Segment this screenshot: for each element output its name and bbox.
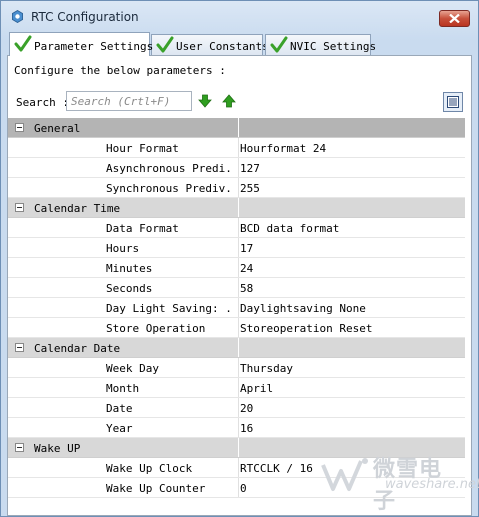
gear-icon: [12, 10, 23, 23]
parameter-row[interactable]: Year 16: [8, 418, 465, 438]
parameter-value[interactable]: 127: [240, 162, 260, 175]
parameter-value[interactable]: 0: [240, 482, 247, 495]
column-divider: [238, 458, 239, 477]
parameter-row[interactable]: Month April: [8, 378, 465, 398]
arrow-down-icon[interactable]: [198, 94, 212, 108]
group-title: Calendar Date: [34, 342, 121, 355]
parameter-name: Seconds: [106, 282, 153, 295]
group-title: Calendar Time: [34, 202, 121, 215]
tab-parameter-settings[interactable]: Parameter Settings: [9, 32, 154, 56]
column-divider: [238, 238, 239, 257]
column-divider: [238, 378, 239, 397]
group-title: General: [34, 122, 81, 135]
column-divider: [238, 478, 239, 497]
parameter-value[interactable]: 16: [240, 422, 253, 435]
column-divider: [238, 358, 239, 377]
checkmark-icon: [270, 36, 288, 53]
collapse-icon[interactable]: [15, 123, 24, 132]
parameter-row[interactable]: Store Operation Storeoperation Reset: [8, 318, 465, 338]
column-divider: [238, 198, 239, 217]
parameter-row[interactable]: Week Day Thursday: [8, 358, 465, 378]
checkmark-icon: [156, 36, 174, 53]
configure-label: Configure the below parameters :: [14, 64, 226, 77]
parameter-name: Store Operation: [106, 322, 206, 335]
parameter-row[interactable]: Minutes 24: [8, 258, 465, 278]
tab-label: Parameter Settings: [34, 40, 154, 53]
rtc-configuration-window: RTC Configuration Parameter Settings Use…: [0, 0, 479, 517]
column-divider: [238, 258, 239, 277]
column-divider: [238, 218, 239, 237]
column-divider: [238, 438, 239, 457]
parameter-value[interactable]: 58: [240, 282, 253, 295]
group-header[interactable]: General: [8, 118, 465, 138]
title-bar[interactable]: RTC Configuration: [1, 1, 478, 31]
watermark-url: waveshare.net: [385, 477, 479, 492]
column-divider: [238, 278, 239, 297]
parameter-name: Date: [106, 402, 133, 415]
parameter-value[interactable]: Hourformat 24: [240, 142, 326, 155]
group-header[interactable]: Calendar Date: [8, 338, 465, 358]
parameter-name: Wake Up Clock: [106, 462, 193, 475]
parameter-row[interactable]: Date 20: [8, 398, 465, 418]
parameter-name: Week Day: [106, 362, 159, 375]
parameter-value[interactable]: RTCCLK / 16: [240, 462, 313, 475]
parameter-name: Data Format: [106, 222, 179, 235]
parameter-row[interactable]: Hours 17: [8, 238, 465, 258]
tab-label: NVIC Settings: [290, 40, 377, 53]
search-label: Search :: [16, 96, 69, 109]
parameter-value[interactable]: Thursday: [240, 362, 293, 375]
close-icon: [449, 14, 460, 23]
column-divider: [238, 318, 239, 337]
parameter-value[interactable]: Daylightsaving None: [240, 302, 366, 315]
parameter-value[interactable]: 20: [240, 402, 253, 415]
checkmark-icon: [14, 35, 32, 52]
parameter-row[interactable]: Day Light Saving: ... Daylightsaving None: [8, 298, 465, 318]
column-divider: [238, 178, 239, 197]
window-title: RTC Configuration: [31, 10, 139, 24]
column-divider: [238, 418, 239, 437]
parameter-name: Synchronous Prediv...: [106, 182, 232, 195]
parameter-value[interactable]: 17: [240, 242, 253, 255]
tab-user-constants[interactable]: User Constants: [151, 34, 269, 55]
column-divider: [238, 338, 239, 357]
column-divider: [238, 398, 239, 417]
collapse-icon[interactable]: [15, 443, 24, 452]
parameter-value[interactable]: BCD data format: [240, 222, 339, 235]
tab-nvic-settings[interactable]: NVIC Settings: [265, 34, 376, 55]
parameter-row[interactable]: Asynchronous Predi... 127: [8, 158, 465, 178]
list-view-icon: [447, 96, 459, 108]
search-input[interactable]: [66, 91, 192, 111]
arrow-up-icon[interactable]: [222, 94, 236, 108]
parameter-name: Day Light Saving: ...: [106, 302, 232, 315]
parameter-value[interactable]: Storeoperation Reset: [240, 322, 372, 335]
parameter-row[interactable]: Hour Format Hourformat 24: [8, 138, 465, 158]
watermark-logo: 微雪电子 waveshare.net: [321, 447, 479, 514]
parameter-row[interactable]: Synchronous Prediv... 255: [8, 178, 465, 198]
parameter-name: Minutes: [106, 262, 153, 275]
parameter-row[interactable]: Data Format BCD data format: [8, 218, 465, 238]
parameter-name: Hour Format: [106, 142, 179, 155]
collapse-icon[interactable]: [15, 343, 24, 352]
parameter-name: Asynchronous Predi...: [106, 162, 232, 175]
waveshare-logo-icon: [321, 458, 368, 491]
parameter-name: Hours: [106, 242, 140, 255]
column-divider: [238, 298, 239, 317]
list-view-button[interactable]: [443, 92, 463, 112]
parameter-name: Wake Up Counter: [106, 482, 206, 495]
close-button[interactable]: [439, 10, 470, 27]
parameter-name: Month: [106, 382, 140, 395]
parameter-grid: General Hour Format Hourformat 24 Asynchron…: [8, 118, 465, 498]
column-divider: [238, 138, 239, 157]
parameter-value[interactable]: April: [240, 382, 273, 395]
parameter-value[interactable]: 255: [240, 182, 260, 195]
tab-label: User Constants: [176, 40, 269, 53]
column-divider: [238, 118, 239, 137]
parameter-row[interactable]: Seconds 58: [8, 278, 465, 298]
parameter-value[interactable]: 24: [240, 262, 253, 275]
group-header[interactable]: Calendar Time: [8, 198, 465, 218]
parameter-name: Year: [106, 422, 133, 435]
collapse-icon[interactable]: [15, 203, 24, 212]
group-title: Wake UP: [34, 442, 81, 455]
column-divider: [238, 158, 239, 177]
